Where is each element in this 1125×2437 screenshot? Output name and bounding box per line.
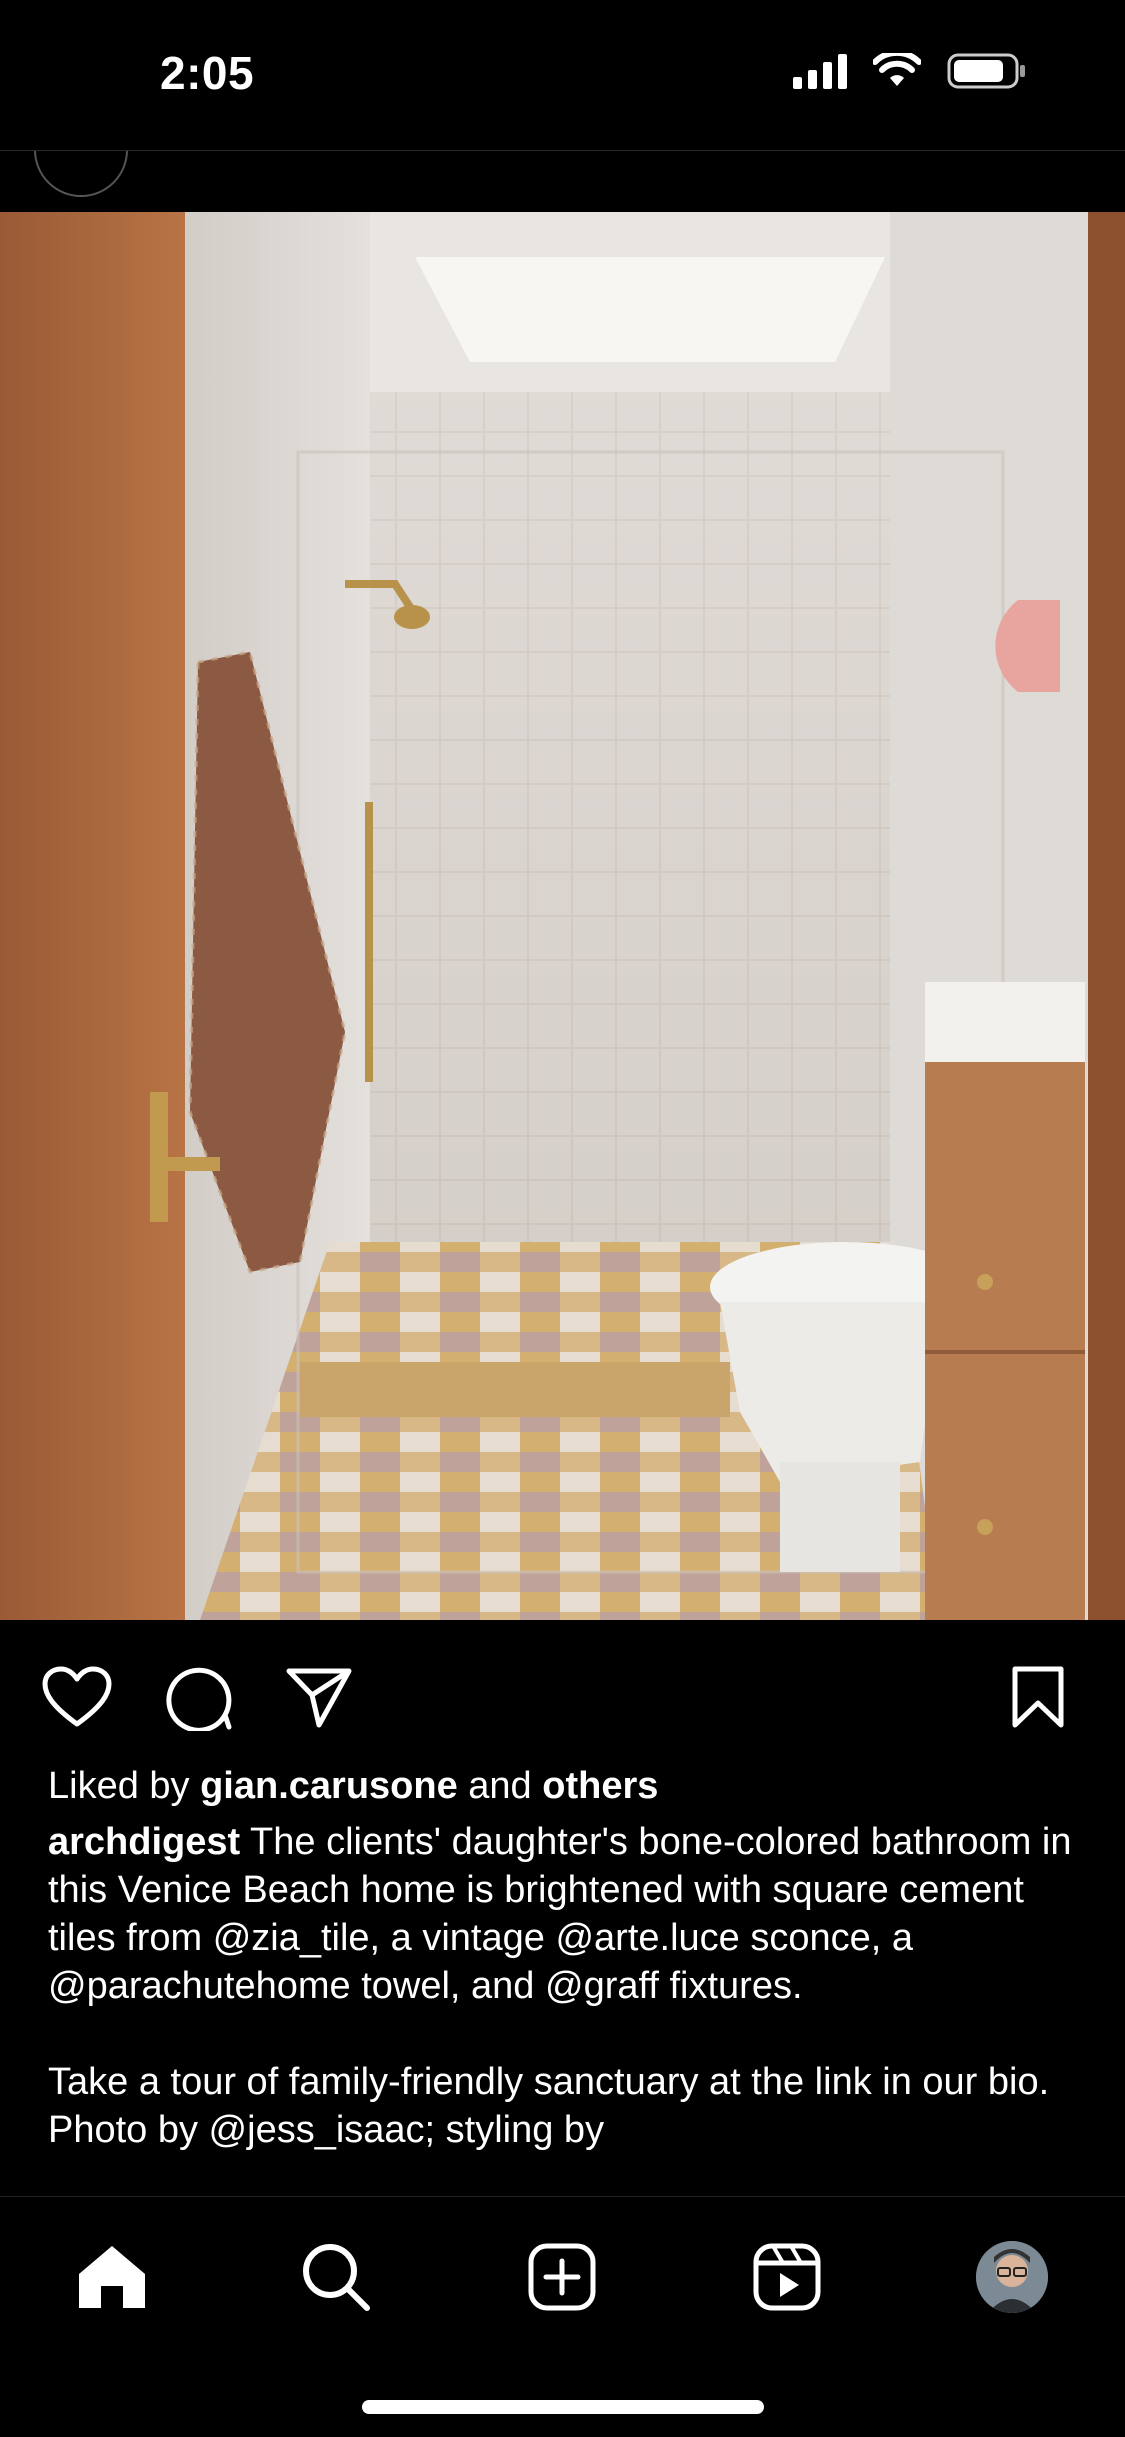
- caption-text: archdigest The clients' daughter's bone-…: [48, 1818, 1088, 2154]
- caption-author[interactable]: archdigest: [48, 1821, 240, 1863]
- status-icons: [793, 52, 1027, 90]
- battery-icon: [947, 53, 1025, 89]
- bookmark-icon[interactable]: [1003, 1662, 1073, 1732]
- post-actions: [0, 1620, 1125, 1765]
- search-icon[interactable]: [294, 2235, 378, 2319]
- bathroom-photo: [0, 212, 1125, 1620]
- cellular-signal-icon: [793, 53, 847, 89]
- wifi-icon: [873, 53, 921, 86]
- post-image[interactable]: [0, 212, 1125, 1620]
- liked-by: Liked by gian.carusone and others: [48, 1765, 659, 1807]
- liked-by-user[interactable]: gian.carusone: [200, 1765, 458, 1807]
- caption-body-2: Take a tour of family-friendly sanctuary…: [48, 2061, 1050, 2151]
- status-time: 2:05: [160, 47, 255, 99]
- avatar-image: [976, 2241, 1048, 2313]
- status-bar: 2:05: [0, 0, 1125, 150]
- liked-by-others[interactable]: others: [542, 1765, 658, 1807]
- comment-icon[interactable]: [164, 1662, 234, 1732]
- home-icon[interactable]: [70, 2235, 154, 2319]
- post-caption-block: Liked by gian.carusone and others archdi…: [48, 1762, 1088, 2154]
- heart-icon[interactable]: [42, 1662, 112, 1732]
- author-avatar[interactable]: [34, 151, 128, 197]
- post-header: [0, 150, 1125, 213]
- plus-square-icon[interactable]: [520, 2235, 604, 2319]
- paper-plane-icon[interactable]: [284, 1662, 354, 1732]
- profile-avatar[interactable]: [970, 2235, 1054, 2319]
- home-indicator[interactable]: [362, 2400, 764, 2414]
- reels-icon[interactable]: [745, 2235, 829, 2319]
